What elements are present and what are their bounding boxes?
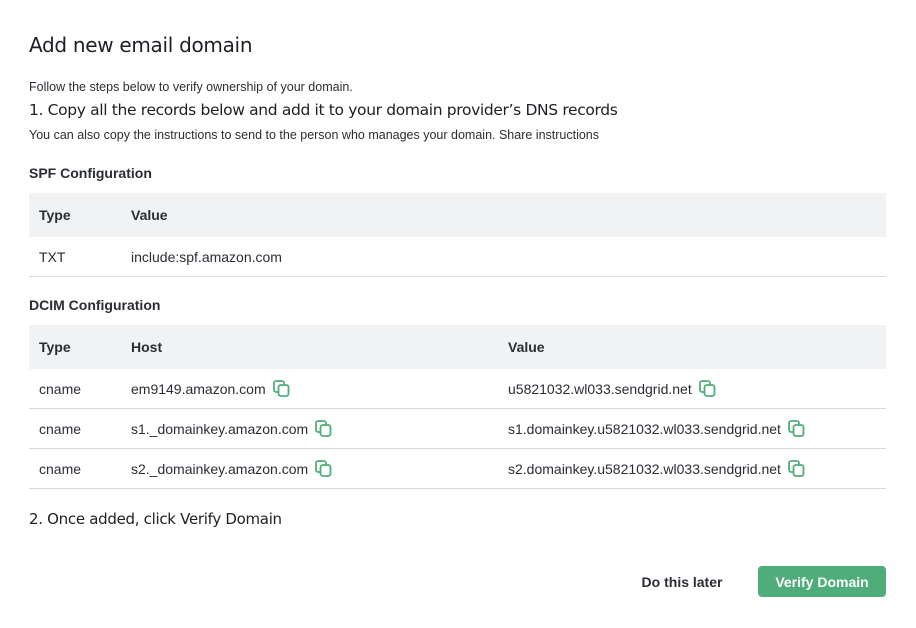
dcim-cell-value: s2.domainkey.u5821032.wl033.sendgrid.net	[508, 459, 886, 478]
copy-icon[interactable]	[787, 419, 806, 438]
dcim-host-text: s2._domainkey.amazon.com	[131, 460, 309, 477]
dcim-host-text: s1._domainkey.amazon.com	[131, 420, 309, 437]
dcim-cell-type: cname	[39, 420, 82, 437]
copy-icon[interactable]	[314, 419, 333, 438]
do-this-later-button[interactable]: Do this later	[627, 566, 737, 597]
dcim-value-text: s2.domainkey.u5821032.wl033.sendgrid.net	[508, 460, 781, 477]
add-email-domain-dialog: Add new email domain Follow the steps be…	[0, 0, 916, 628]
dcim-cell-value: s1.domainkey.u5821032.wl033.sendgrid.net	[508, 419, 886, 438]
dcim-header-type: Type	[39, 339, 71, 355]
dcim-cell-host: s2._domainkey.amazon.com	[131, 459, 508, 478]
copy-icon[interactable]	[314, 459, 333, 478]
table-row: cname s2._domainkey.amazon.com s2.domain…	[29, 449, 886, 489]
table-row: cname em9149.amazon.com u5821032.wl033.s…	[29, 369, 886, 409]
intro-text: Follow the steps below to verify ownersh…	[29, 80, 353, 94]
spf-cell-value: include:spf.amazon.com	[131, 248, 282, 265]
dcim-cell-type: cname	[39, 460, 82, 477]
copy-icon[interactable]	[787, 459, 806, 478]
dcim-header-host: Host	[131, 339, 163, 355]
copy-icon[interactable]	[698, 379, 717, 398]
spf-cell-type: TXT	[39, 248, 66, 265]
dcim-cell-host: em9149.amazon.com	[131, 379, 508, 398]
dcim-cell-type: cname	[39, 380, 82, 397]
dcim-table: Type Host Value cname em9149.amazon.com …	[29, 325, 886, 489]
dcim-section-title: DCIM Configuration	[29, 297, 161, 313]
dcim-host-text: em9149.amazon.com	[131, 380, 266, 397]
verify-domain-button[interactable]: Verify Domain	[758, 566, 886, 597]
dialog-title: Add new email domain	[29, 33, 253, 57]
dcim-cell-host: s1._domainkey.amazon.com	[131, 419, 508, 438]
step-1-subtext: You can also copy the instructions to se…	[29, 128, 600, 142]
dcim-value-text: u5821032.wl033.sendgrid.net	[508, 380, 692, 397]
table-row: cname s1._domainkey.amazon.com s1.domain…	[29, 409, 886, 449]
spf-table-header: Type Value	[29, 193, 886, 237]
copy-icon[interactable]	[272, 379, 291, 398]
spf-section-title: SPF Configuration	[29, 165, 152, 181]
spf-header-value: Value	[131, 207, 168, 223]
spf-header-type: Type	[39, 207, 71, 223]
dcim-value-text: s1.domainkey.u5821032.wl033.sendgrid.net	[508, 420, 781, 437]
dcim-table-header: Type Host Value	[29, 325, 886, 369]
table-row: TXT include:spf.amazon.com	[29, 237, 886, 277]
spf-table: Type Value TXT include:spf.amazon.com	[29, 193, 886, 277]
dcim-cell-value: u5821032.wl033.sendgrid.net	[508, 379, 886, 398]
dcim-header-value: Value	[508, 339, 545, 355]
step-1-title: 1. Copy all the records below and add it…	[29, 101, 618, 119]
step-2-title: 2. Once added, click Verify Domain	[29, 510, 282, 528]
